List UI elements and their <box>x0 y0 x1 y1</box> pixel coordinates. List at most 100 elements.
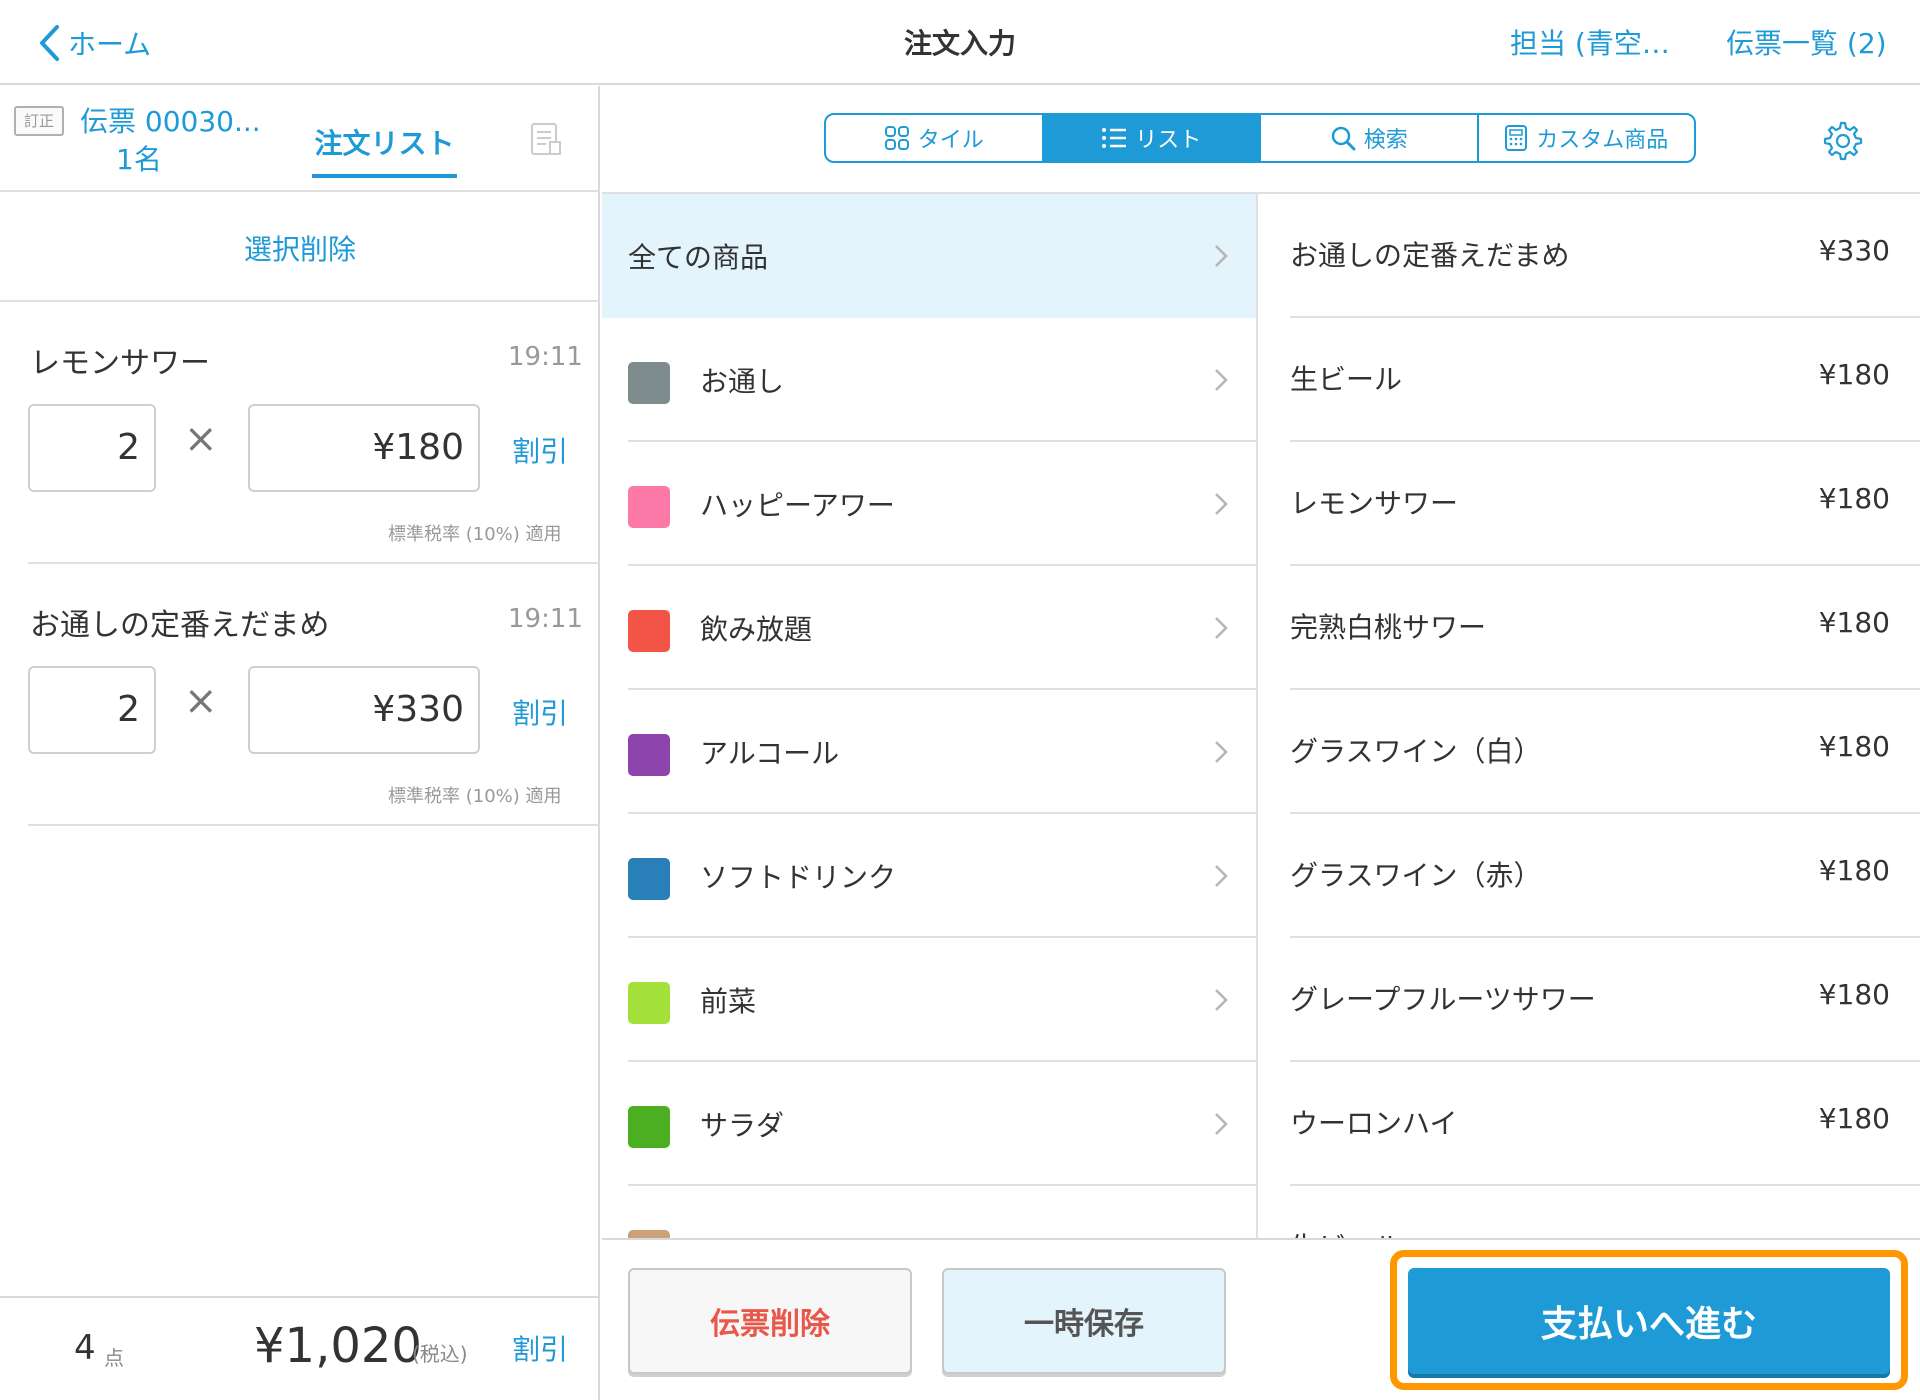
product-price: ¥180 <box>1818 730 1890 763</box>
category-color-swatch <box>628 982 670 1024</box>
product-price: ¥180 <box>1818 606 1890 639</box>
category-color-swatch <box>628 734 670 776</box>
divider <box>28 824 600 826</box>
category-item[interactable]: お通し <box>602 318 1256 442</box>
category-label: 前菜 <box>700 985 757 1018</box>
product-item[interactable]: 生ビール ¥180 <box>1260 318 1920 442</box>
slip-number[interactable]: 伝票 00030... <box>80 100 261 140</box>
staff-button[interactable]: 担当 (青空… <box>1510 22 1670 62</box>
product-item[interactable]: グレープフルーツサワー ¥180 <box>1260 938 1920 1062</box>
tab-search-label: 検索 <box>1363 128 1408 153</box>
gear-icon[interactable] <box>1822 120 1864 162</box>
category-color-swatch <box>628 486 670 528</box>
product-item[interactable]: 完熟白桃サワー ¥180 <box>1260 566 1920 690</box>
item-discount-button[interactable]: 割引 <box>512 692 568 732</box>
category-item[interactable]: 前菜 <box>602 938 1256 1062</box>
delete-slip-button[interactable]: 伝票削除 <box>628 1268 912 1374</box>
item-count: 4 <box>74 1328 96 1368</box>
product-item[interactable]: 生ビール <box>1260 1186 1920 1238</box>
category-label: ソフトドリンク <box>700 861 897 894</box>
multiply-sign: × <box>184 416 218 462</box>
product-item[interactable]: グラスワイン（白） ¥180 <box>1260 690 1920 814</box>
order-item-time: 19:11 <box>508 342 583 372</box>
category-label: お通し <box>700 365 785 398</box>
product-name: 完熟白桃サワー <box>1290 611 1487 644</box>
product-item[interactable]: お通しの定番えだまめ ¥330 <box>1260 194 1920 318</box>
product-name: レモンサワー <box>1290 487 1459 520</box>
item-discount-button[interactable]: 割引 <box>512 430 568 470</box>
action-bar: 伝票削除 一時保存 支払いへ進む <box>602 1238 1920 1400</box>
chevron-right-icon <box>1214 740 1228 764</box>
category-item[interactable]: 全ての商品 <box>602 194 1256 318</box>
order-item-time: 19:11 <box>508 604 583 634</box>
quantity-field[interactable]: 2 <box>28 666 156 754</box>
order-panel: 訂正 伝票 00030... 1名 注文リスト 選択削除 レモンサワー 19:1… <box>0 86 600 1400</box>
product-name: 生ビール <box>1290 363 1403 396</box>
chevron-right-icon <box>1214 616 1228 640</box>
tab-order-list[interactable]: 注文リスト <box>312 122 457 178</box>
category-item[interactable]: ソフトドリンク <box>602 814 1256 938</box>
tab-tile-label: タイル <box>917 128 984 153</box>
product-price: ¥180 <box>1818 482 1890 515</box>
tax-rate-note: 標準税率 (10%) 適用 <box>388 524 562 545</box>
order-item[interactable]: レモンサワー 19:11 2 × ¥180 割引 標準税率 (10%) 適用 <box>0 302 600 564</box>
category-label: ハッピーアワー <box>700 489 895 522</box>
product-price: ¥180 <box>1818 978 1890 1011</box>
product-item[interactable]: ウーロンハイ ¥180 <box>1260 1062 1920 1186</box>
order-item[interactable]: お通しの定番えだまめ 19:11 2 × ¥330 割引 標準税率 (10%) … <box>0 564 600 826</box>
product-name: 生ビール <box>1290 1226 1402 1238</box>
tab-tile[interactable]: タイル <box>826 115 1044 161</box>
view-switcher: タイル リスト 検索 カスタム商品 <box>824 113 1696 163</box>
quantity-field[interactable]: 2 <box>28 404 156 492</box>
category-item[interactable] <box>602 1186 1256 1238</box>
chevron-right-icon <box>1214 1112 1228 1136</box>
chevron-right-icon <box>1214 492 1228 516</box>
chevron-right-icon <box>1214 864 1228 888</box>
price-field[interactable]: ¥330 <box>248 666 480 754</box>
order-summary: 4 点 ¥1,020 (税込) 割引 <box>0 1296 600 1400</box>
product-item[interactable]: レモンサワー ¥180 <box>1260 442 1920 566</box>
category-color-swatch <box>628 362 670 404</box>
tab-custom-product-label: カスタム商品 <box>1536 128 1669 153</box>
top-bar: ホーム 注文入力 担当 (青空… 伝票一覧 (2) <box>0 0 1920 85</box>
category-item[interactable]: 飲み放題 <box>602 566 1256 690</box>
select-delete-button[interactable]: 選択削除 <box>0 228 600 268</box>
proceed-to-payment-button[interactable]: 支払いへ進む <box>1408 1268 1890 1374</box>
slip-list-button[interactable]: 伝票一覧 (2) <box>1726 22 1887 62</box>
order-item-name: レモンサワー <box>30 346 210 381</box>
tab-list-label: リスト <box>1135 128 1202 153</box>
tab-list[interactable]: リスト <box>1043 115 1261 161</box>
temp-save-button[interactable]: 一時保存 <box>942 1268 1226 1374</box>
slip-people-count[interactable]: 1名 <box>116 138 162 178</box>
divider <box>0 190 600 192</box>
product-name: グレープフルーツサワー <box>1290 983 1596 1016</box>
category-color-swatch <box>628 610 670 652</box>
product-item[interactable]: グラスワイン（赤） ¥180 <box>1260 814 1920 938</box>
tax-included-label: (税込) <box>412 1342 468 1366</box>
total-discount-button[interactable]: 割引 <box>512 1328 568 1368</box>
product-name: グラスワイン（白） <box>1290 735 1542 768</box>
correction-badge: 訂正 <box>14 106 64 136</box>
product-price: ¥180 <box>1818 1102 1890 1135</box>
receipt-icon[interactable] <box>530 122 562 156</box>
category-label: サラダ <box>700 1109 785 1142</box>
chevron-right-icon <box>1214 988 1228 1012</box>
category-item[interactable]: サラダ <box>602 1062 1256 1186</box>
tab-search[interactable]: 検索 <box>1261 115 1479 161</box>
product-price: ¥180 <box>1818 854 1890 887</box>
calculator-icon <box>1504 124 1536 152</box>
product-price: ¥330 <box>1818 234 1890 267</box>
category-color-swatch <box>628 1230 670 1238</box>
category-list: 全ての商品 お通し ハッピーアワー 飲み放題 アルコール ソフトドリンク 前菜 <box>602 194 1258 1238</box>
list-icon <box>1101 126 1135 150</box>
price-field[interactable]: ¥180 <box>248 404 480 492</box>
category-item[interactable]: ハッピーアワー <box>602 442 1256 566</box>
total-amount: ¥1,020 <box>254 1318 422 1374</box>
product-list: お通しの定番えだまめ ¥330 生ビール ¥180 レモンサワー ¥180 完熟… <box>1260 194 1920 1238</box>
category-color-swatch <box>628 858 670 900</box>
category-label: 全ての商品 <box>628 241 769 274</box>
product-name: ウーロンハイ <box>1290 1107 1458 1140</box>
tab-custom-product[interactable]: カスタム商品 <box>1479 115 1695 161</box>
category-item[interactable]: アルコール <box>602 690 1256 814</box>
search-icon <box>1330 125 1364 151</box>
